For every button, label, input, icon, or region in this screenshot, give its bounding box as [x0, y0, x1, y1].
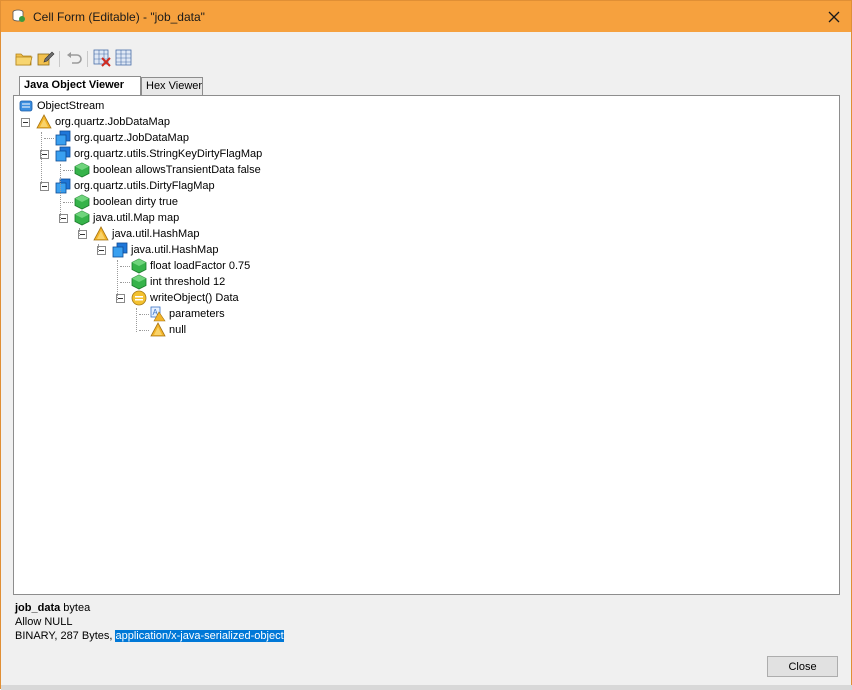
- edit-icon[interactable]: [37, 49, 55, 67]
- background-strip: [1, 685, 852, 690]
- tree-node-label: org.quartz.JobDataMap: [74, 132, 189, 144]
- tree-node-label: boolean dirty true: [93, 196, 178, 208]
- tree-node[interactable]: org.quartz.JobDataMap: [14, 130, 834, 146]
- tree-node[interactable]: ObjectStream: [14, 98, 834, 114]
- class-icon: [55, 130, 71, 146]
- close-button[interactable]: Close: [767, 656, 838, 677]
- tree-node[interactable]: writeObject() Data: [14, 290, 834, 306]
- class-icon: [55, 146, 71, 162]
- tree-node-label: org.quartz.utils.DirtyFlagMap: [74, 180, 215, 192]
- tree-node-label: parameters: [169, 308, 225, 320]
- tree-node-label: java.util.HashMap: [112, 228, 200, 240]
- tree-node[interactable]: boolean allowsTransientData false: [14, 162, 834, 178]
- tree-connector: [120, 282, 130, 283]
- tree-connector: [139, 330, 149, 331]
- tree-node-label: ObjectStream: [37, 100, 105, 112]
- tree-guide-line: [60, 164, 61, 220]
- class-icon: [112, 242, 128, 258]
- tree-connector: [139, 314, 149, 315]
- column-summary: BINARY, 287 Bytes,: [15, 630, 116, 642]
- tree-node-label: int threshold 12: [150, 276, 226, 288]
- tree-node[interactable]: int threshold 12: [14, 274, 834, 290]
- tree-node-label: float loadFactor 0.75: [150, 260, 251, 272]
- clear-grid-icon[interactable]: [93, 49, 111, 67]
- tree-connector: [63, 170, 73, 171]
- column-nullability: Allow NULL: [15, 616, 73, 628]
- tree-node-label: null: [169, 324, 187, 336]
- tree-guide-line: [41, 132, 42, 184]
- tree-node[interactable]: boolean dirty true: [14, 194, 834, 210]
- tree-guide-line: [79, 228, 80, 236]
- field-icon: [131, 274, 147, 290]
- tree-guide-line: [117, 260, 118, 300]
- tree-node-label: boolean allowsTransientData false: [93, 164, 261, 176]
- tree-node[interactable]: java.util.HashMap: [14, 226, 834, 242]
- tree-node-label: org.quartz.JobDataMap: [55, 116, 170, 128]
- parameters-icon: A: [150, 306, 166, 322]
- field-icon: [74, 194, 90, 210]
- column-type: bytea: [63, 602, 91, 614]
- close-window-icon[interactable]: [817, 1, 851, 32]
- toolbar-separator: [59, 51, 60, 67]
- tab-hex-viewer[interactable]: Hex Viewer: [141, 77, 203, 96]
- tree-node[interactable]: java.util.HashMap: [14, 242, 834, 258]
- object-tree-panel[interactable]: ObjectStream org.quartz.JobDataMap org.qua…: [13, 95, 840, 595]
- tree-node[interactable]: org.quartz.JobDataMap: [14, 114, 834, 130]
- stream-icon: [18, 98, 34, 114]
- tree-node[interactable]: org.quartz.utils.DirtyFlagMap: [14, 178, 834, 194]
- tree-node[interactable]: java.util.Map map: [14, 210, 834, 226]
- tree-node[interactable]: float loadFactor 0.75: [14, 258, 834, 274]
- mime-type-text[interactable]: application/x-java-serialized-object: [115, 630, 284, 642]
- warning-cone-icon: [36, 114, 52, 130]
- tree-node-label: java.util.HashMap: [131, 244, 219, 256]
- tree-connector: [63, 202, 73, 203]
- column-info: job_data bytea Allow NULL BINARY, 287 By…: [15, 601, 284, 643]
- field-icon: [131, 258, 147, 274]
- tree-node-label: org.quartz.utils.StringKeyDirtyFlagMap: [74, 148, 263, 160]
- tree-connector: [120, 266, 130, 267]
- warning-cone-icon: [93, 226, 109, 242]
- collapse-toggle[interactable]: [21, 118, 30, 127]
- open-icon[interactable]: [15, 49, 33, 67]
- tree-guide-line: [136, 308, 137, 332]
- tree-node-label: java.util.Map map: [93, 212, 180, 224]
- object-tree: ObjectStream org.quartz.JobDataMap org.qua…: [14, 96, 839, 594]
- field-icon: [74, 162, 90, 178]
- tree-node[interactable]: null: [14, 322, 834, 338]
- tree-connector: [44, 138, 54, 139]
- tree-node-label: writeObject() Data: [150, 292, 239, 304]
- method-icon: [131, 290, 147, 306]
- class-icon: [55, 178, 71, 194]
- database-table-icon: [11, 8, 27, 24]
- tab-java-object-viewer[interactable]: Java Object Viewer: [19, 76, 141, 96]
- tree-node[interactable]: Aparameters: [14, 306, 834, 322]
- tree-guide-line: [98, 244, 99, 252]
- field-icon: [74, 210, 90, 226]
- title-bar[interactable]: Cell Form (Editable) - "job_data": [1, 1, 851, 32]
- column-name: job_data: [15, 602, 61, 614]
- cell-form-window: Cell Form (Editable) - "job_data" Java O…: [0, 0, 852, 690]
- undo-icon[interactable]: [65, 49, 83, 67]
- warning-cone-icon: [150, 322, 166, 338]
- toolbar-separator: [87, 51, 88, 67]
- window-title: Cell Form (Editable) - "job_data": [33, 10, 205, 24]
- tree-node[interactable]: org.quartz.utils.StringKeyDirtyFlagMap: [14, 146, 834, 162]
- grid-icon[interactable]: [115, 49, 133, 67]
